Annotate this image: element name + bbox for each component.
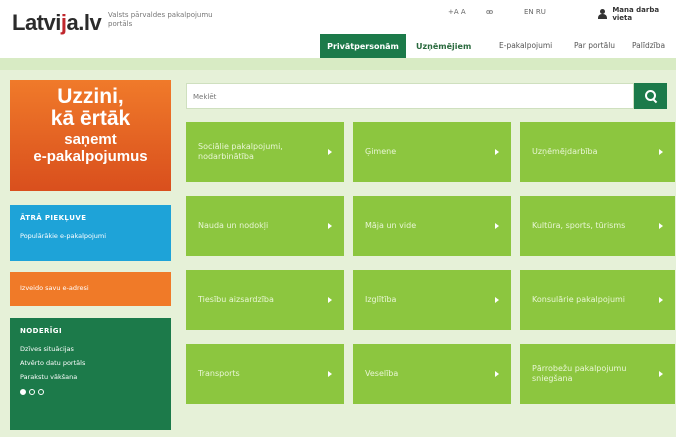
chevron-right-icon	[659, 297, 663, 303]
chevron-right-icon	[328, 297, 332, 303]
promo-banner[interactable]: Uzzini, kā ērtāk saņemt e-pakalpojumus	[10, 80, 171, 191]
font-size-control[interactable]: +A A	[448, 8, 466, 16]
chevron-right-icon	[328, 371, 332, 377]
tile-culture-sports[interactable]: Kultūra, sports, tūrisms	[520, 196, 675, 256]
tile-label: Uzņēmējdarbība	[532, 147, 598, 156]
site-logo[interactable]: Latvija.lv	[12, 10, 102, 36]
tile-label: Kultūra, sports, tūrisms	[532, 221, 626, 230]
search-input[interactable]	[187, 85, 633, 109]
tile-consular[interactable]: Konsulārie pakalpojumi	[520, 270, 675, 330]
chevron-right-icon	[328, 223, 332, 229]
tile-cross-border[interactable]: Pārrobežu pakalpojumu sniegšana	[520, 344, 675, 404]
chevron-right-icon	[659, 223, 663, 229]
create-email-box[interactable]: Izveido savu e-adresi	[10, 272, 171, 306]
logo-text: Latvi	[12, 10, 61, 35]
tile-label: Māja un vide	[365, 221, 417, 230]
tile-health[interactable]: Veselība	[353, 344, 511, 404]
chevron-right-icon	[659, 371, 663, 377]
tile-family[interactable]: Ģimene	[353, 122, 511, 182]
tile-label: Konsulārie pakalpojumi	[532, 295, 626, 304]
promo-line-3: saņemt	[64, 131, 117, 148]
nav-link-help[interactable]: Palīdzība	[632, 41, 665, 50]
chevron-right-icon	[328, 149, 332, 155]
nav-link-e-services[interactable]: E-pakalpojumi	[499, 41, 552, 50]
useful-link-open-data[interactable]: Atvērto datu portāls	[20, 359, 161, 367]
tile-transport[interactable]: Transports	[186, 344, 344, 404]
useful-link-life-situations[interactable]: Dzīves situācijas	[20, 345, 161, 353]
tab-individuals[interactable]: Privātpersonām	[320, 34, 406, 58]
promo-line-2: kā ērtāk	[50, 107, 131, 130]
chevron-right-icon	[495, 297, 499, 303]
search-icon	[644, 90, 657, 102]
tab-businesses[interactable]: Uzņēmējiem	[410, 34, 477, 58]
language-switcher[interactable]: EN RU	[524, 8, 546, 16]
tile-home-environment[interactable]: Māja un vide	[353, 196, 511, 256]
tile-education[interactable]: Izglītība	[353, 270, 511, 330]
carousel-dot-2[interactable]	[29, 389, 35, 395]
popular-services-link[interactable]: Populārākie e-pakalpojumi	[20, 232, 161, 240]
tile-label: Sociālie pakalpojumi, nodarbinātība	[198, 142, 283, 161]
tile-label: Veselība	[365, 369, 399, 378]
quick-access-title: ĀTRĀ PIEKĻUVE	[20, 214, 87, 222]
useful-title: NODERĪGI	[20, 327, 62, 335]
site-header: Latvija.lv Valsts pārvaldes pakalpojumu …	[0, 0, 676, 58]
tile-label: Tiesību aizsardzība	[198, 295, 274, 304]
user-workspace-label: Mana darba vieta	[612, 6, 660, 22]
tile-label: Ģimene	[365, 147, 397, 156]
nav-link-about[interactable]: Par portālu	[574, 41, 615, 50]
tile-social-services[interactable]: Sociālie pakalpojumi, nodarbinātība	[186, 122, 344, 182]
user-icon	[598, 9, 608, 19]
tile-label: Izglītība	[365, 295, 397, 304]
chevron-right-icon	[495, 149, 499, 155]
carousel-dot-3[interactable]	[38, 389, 44, 395]
user-workspace-link[interactable]: Mana darba vieta	[598, 6, 676, 22]
chevron-right-icon	[495, 223, 499, 229]
chevron-right-icon	[659, 149, 663, 155]
tile-law-protection[interactable]: Tiesību aizsardzība	[186, 270, 344, 330]
promo-line-1: Uzzini,	[57, 85, 124, 108]
search-bar	[186, 83, 634, 109]
useful-link-signature-collection[interactable]: Parakstu vākšana	[20, 373, 161, 381]
quick-access-box: ĀTRĀ PIEKĻUVE Populārākie e-pakalpojumi	[10, 205, 171, 261]
promo-line-4: e-pakalpojumus	[33, 148, 148, 165]
carousel-dots	[20, 389, 161, 395]
tile-money-taxes[interactable]: Nauda un nodokļi	[186, 196, 344, 256]
main-top-band	[0, 58, 676, 70]
tile-business[interactable]: Uzņēmējdarbība	[520, 122, 675, 182]
search-button[interactable]	[634, 83, 667, 109]
accessibility-toggle[interactable]: ꙭ	[486, 8, 493, 16]
tile-label: Nauda un nodokļi	[198, 221, 269, 230]
tile-label: Pārrobežu pakalpojumu sniegšana	[532, 364, 627, 383]
useful-box: NODERĪGI Dzīves situācijas Atvērto datu …	[10, 318, 171, 430]
site-tagline: Valsts pārvaldes pakalpojumu portāls	[108, 11, 213, 28]
tile-label: Transports	[198, 369, 240, 378]
carousel-dot-1[interactable]	[20, 389, 26, 395]
chevron-right-icon	[495, 371, 499, 377]
logo-suffix: a.lv	[66, 10, 102, 35]
